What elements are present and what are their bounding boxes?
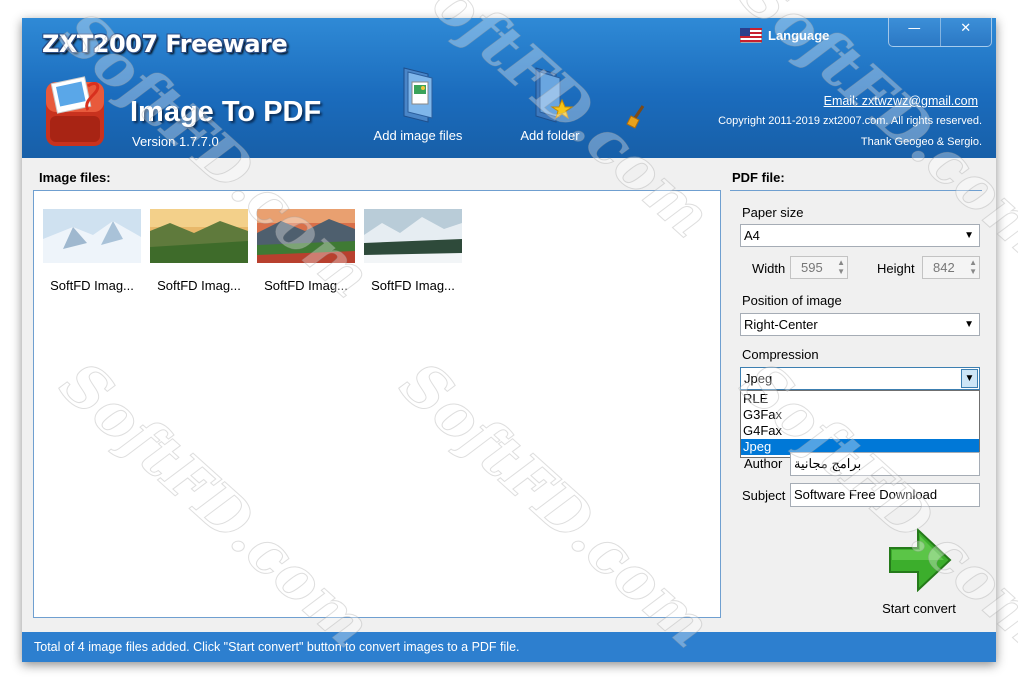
height-value: 842: [933, 260, 955, 275]
add-folder-icon: [535, 67, 574, 123]
window-controls: — ✕: [888, 18, 992, 47]
add-image-files-icon: [403, 67, 433, 123]
author-field[interactable]: برامج مجانية: [790, 452, 980, 476]
thumbnail-caption: SoftFD Imag...: [371, 278, 455, 293]
app-title: Image To PDF: [130, 96, 322, 128]
compression-option[interactable]: G3Fax: [741, 407, 979, 423]
image-thumbnail[interactable]: SoftFD Imag...: [149, 209, 249, 293]
author-label: Author: [744, 456, 783, 471]
app-logo-icon: [46, 76, 104, 146]
add-folder-button[interactable]: Add folder: [502, 64, 598, 143]
add-image-files-button[interactable]: Add image files: [370, 64, 466, 143]
brand-text: ZXT2007 Freeware: [42, 30, 288, 58]
image-thumbnail[interactable]: SoftFD Imag...: [42, 209, 142, 293]
dropdown-arrow-icon: ▼: [964, 319, 974, 330]
compression-label: Compression: [742, 347, 819, 362]
thumbnail-caption: SoftFD Imag...: [264, 278, 348, 293]
image-preview-mountain-meadow: [257, 209, 355, 263]
compression-select[interactable]: Jpeg ▼: [740, 367, 980, 390]
image-files-label: Image files:: [39, 170, 111, 185]
thumbnail-caption: SoftFD Imag...: [157, 278, 241, 293]
height-label: Height: [877, 261, 915, 276]
paper-size-label: Paper size: [742, 205, 804, 220]
image-preview-snowy-peak: [43, 209, 141, 263]
spinner-arrows-icon[interactable]: ▲ ▼: [969, 258, 977, 276]
dropdown-arrow-icon: ▼: [964, 230, 974, 241]
paper-size-value: A4: [744, 228, 760, 243]
minimize-button[interactable]: —: [889, 18, 941, 46]
compression-option[interactable]: RLE: [741, 391, 979, 407]
thanks-text: Thank Geogeo & Sergio.: [860, 136, 982, 148]
height-spinner[interactable]: 842 ▲ ▼: [922, 256, 980, 279]
dropdown-arrow-icon[interactable]: ▼: [961, 369, 978, 388]
paper-size-select[interactable]: A4 ▼: [740, 224, 980, 247]
language-label: Language: [768, 28, 830, 43]
copyright-text: Copyright 2011-2019 zxt2007.com. All rig…: [718, 115, 982, 127]
header-banner: ZXT2007 Freeware Image To PDF Version 1.…: [22, 18, 996, 158]
pdf-section-divider: [730, 190, 982, 191]
image-files-list[interactable]: SoftFD Imag... SoftFD Imag... SoftFD Ima…: [33, 190, 721, 618]
email-link[interactable]: Email: zxtwzwz@gmail.com: [824, 94, 978, 108]
compression-value: Jpeg: [744, 371, 773, 386]
width-spinner[interactable]: 595 ▲ ▼: [790, 256, 848, 279]
language-button[interactable]: Language: [740, 28, 829, 43]
subject-label: Subject: [742, 488, 786, 503]
compression-dropdown-list[interactable]: RLE G3Fax G4Fax Jpeg: [740, 390, 980, 458]
version-label: Version 1.7.7.0: [132, 134, 219, 149]
clear-list-button[interactable]: [622, 104, 650, 134]
thumbnail-caption: SoftFD Imag...: [50, 278, 134, 293]
app-window: ZXT2007 Freeware Image To PDF Version 1.…: [22, 18, 996, 662]
image-preview-winter-forest: [364, 209, 462, 263]
add-image-files-label: Add image files: [373, 128, 463, 143]
position-of-image-value: Right-Center: [744, 317, 818, 332]
start-convert-label: Start convert: [882, 601, 956, 616]
width-value: 595: [801, 260, 823, 275]
compression-option[interactable]: G4Fax: [741, 423, 979, 439]
broom-icon: [626, 105, 645, 129]
us-flag-icon: [740, 28, 762, 43]
image-preview-valley-sunset: [150, 209, 248, 263]
subject-field[interactable]: Software Free Download: [790, 483, 980, 507]
image-thumbnail[interactable]: SoftFD Imag...: [256, 209, 356, 293]
status-bar: Total of 4 image files added. Click "Sta…: [22, 632, 996, 662]
start-convert-button[interactable]: Start convert: [872, 526, 966, 616]
width-label: Width: [752, 261, 786, 276]
pdf-file-label: PDF file:: [732, 170, 785, 185]
green-arrow-icon: [889, 527, 952, 593]
add-folder-label: Add folder: [520, 128, 580, 143]
image-thumbnail[interactable]: SoftFD Imag...: [363, 209, 463, 293]
position-of-image-select[interactable]: Right-Center ▼: [740, 313, 980, 336]
position-of-image-label: Position of image: [742, 293, 842, 308]
spinner-arrows-icon[interactable]: ▲ ▼: [837, 258, 845, 276]
close-button[interactable]: ✕: [941, 18, 992, 46]
